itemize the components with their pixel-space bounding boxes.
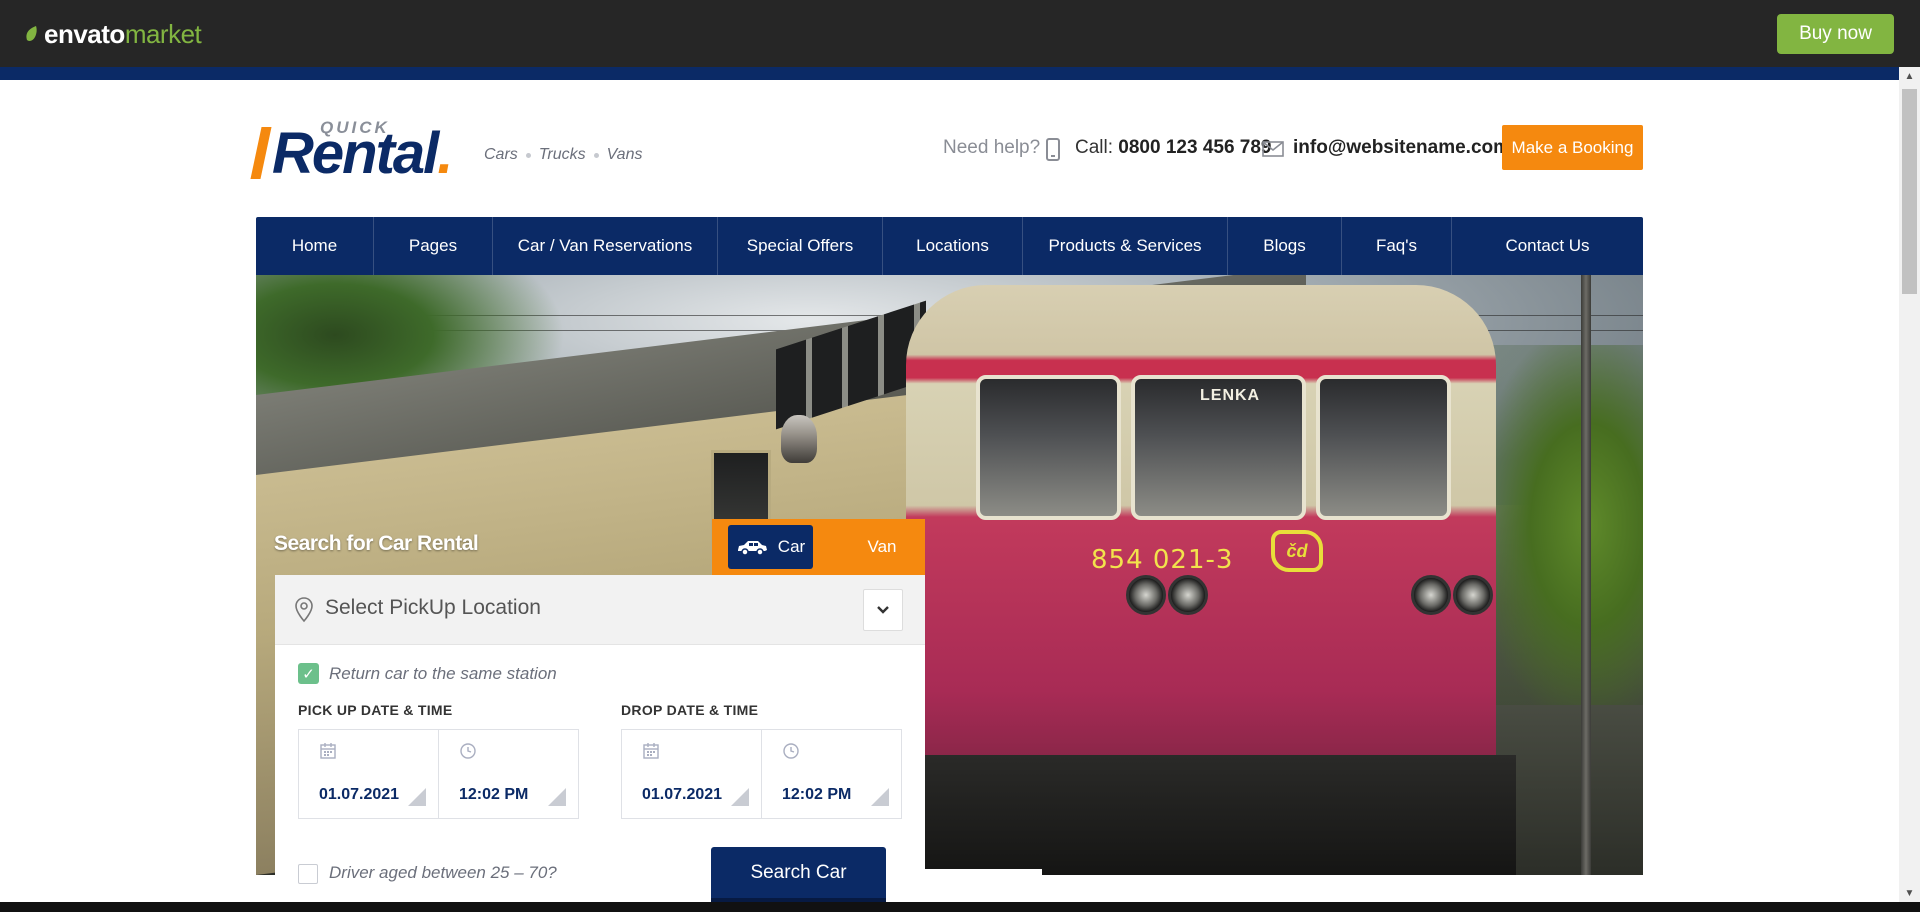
driver-age-checkbox[interactable] bbox=[298, 864, 318, 884]
car-icon bbox=[737, 541, 767, 556]
nav-products-services[interactable]: Products & Services bbox=[1023, 217, 1228, 275]
pickup-location-select[interactable]: Select PickUp Location bbox=[275, 575, 925, 645]
main-nav: Home Pages Car / Van Reservations Specia… bbox=[256, 217, 1643, 275]
top-accent-strip bbox=[0, 67, 1899, 80]
hero-trees-right bbox=[1486, 345, 1643, 705]
tab-van[interactable]: Van bbox=[852, 525, 912, 569]
search-title: Search for Car Rental bbox=[274, 532, 479, 555]
vehicle-type-tabs: Car Van bbox=[712, 519, 925, 575]
envato-logo-word: envato bbox=[44, 18, 125, 49]
drop-date-field[interactable]: 01.07.2021 bbox=[622, 730, 762, 818]
pickup-datetime-label: PICK UP DATE & TIME bbox=[298, 702, 453, 718]
quick-rental-logo[interactable]: QUICK Rental. bbox=[250, 114, 496, 186]
phone-icon bbox=[1046, 138, 1060, 161]
nav-blogs[interactable]: Blogs bbox=[1228, 217, 1342, 275]
tagline-trucks: Trucks bbox=[538, 146, 586, 163]
pickup-datetime-group: 01.07.2021 12:02 PM bbox=[298, 729, 579, 819]
chevron-down-icon bbox=[877, 606, 889, 614]
train-window-right bbox=[1316, 375, 1451, 520]
operator-logo: čd bbox=[1271, 530, 1323, 572]
location-pin-icon bbox=[295, 597, 313, 623]
logo-main-text: Rental. bbox=[250, 121, 453, 186]
nav-home[interactable]: Home bbox=[256, 217, 374, 275]
train-window-left bbox=[976, 375, 1121, 520]
return-same-station-label: Return car to the same station bbox=[329, 664, 557, 683]
nav-contact-us[interactable]: Contact Us bbox=[1452, 217, 1643, 275]
calendar-icon bbox=[320, 743, 336, 759]
hero-gap bbox=[925, 869, 1042, 877]
clock-icon bbox=[460, 743, 476, 759]
pickup-date-field[interactable]: 01.07.2021 bbox=[299, 730, 439, 818]
train-nameplate: LENKA bbox=[1200, 387, 1261, 404]
scroll-up-arrow-icon[interactable]: ▲ bbox=[1899, 71, 1920, 83]
train-number: 854 021-3 bbox=[1091, 545, 1234, 575]
drop-time-field[interactable]: 12:02 PM bbox=[762, 730, 901, 818]
make-booking-button[interactable]: Make a Booking bbox=[1502, 125, 1643, 170]
search-form: Select PickUp Location ✓ Return car to t… bbox=[275, 575, 925, 912]
logo-tagline: Cars Trucks Vans bbox=[484, 146, 642, 164]
calendar-icon bbox=[643, 743, 659, 759]
mail-icon bbox=[1262, 141, 1284, 157]
resize-corner-icon bbox=[548, 788, 566, 806]
leaf-icon bbox=[26, 26, 37, 41]
nav-special-offers[interactable]: Special Offers bbox=[718, 217, 883, 275]
buy-now-button[interactable]: Buy now bbox=[1777, 14, 1894, 54]
driver-age-label: Driver aged between 25 – 70? bbox=[329, 863, 557, 882]
catenary-pole bbox=[1581, 275, 1591, 875]
need-help-text: Need help? bbox=[943, 137, 1041, 158]
headlight bbox=[1453, 575, 1493, 615]
logo-word: Rental bbox=[272, 121, 439, 186]
tagline-vans: Vans bbox=[606, 146, 643, 163]
driver-figure bbox=[781, 415, 817, 463]
headlight bbox=[1411, 575, 1451, 615]
call-label: Call: bbox=[1075, 137, 1114, 158]
envato-logo[interactable]: envato market bbox=[24, 18, 202, 49]
headlight bbox=[1126, 575, 1166, 615]
train-undercarriage bbox=[896, 755, 1516, 875]
bottom-edge-bar bbox=[0, 902, 1920, 912]
page-scrollbar[interactable]: ▲ ▼ bbox=[1899, 67, 1920, 902]
call-phone[interactable]: Call: 0800 123 456 789 bbox=[1075, 137, 1272, 159]
nav-faqs[interactable]: Faq's bbox=[1342, 217, 1452, 275]
pickup-dropdown-toggle[interactable] bbox=[863, 589, 903, 631]
resize-corner-icon bbox=[731, 788, 749, 806]
email-link[interactable]: info@websitename.com bbox=[1293, 137, 1510, 159]
train-window-center: LENKA bbox=[1131, 375, 1306, 520]
headlight bbox=[1168, 575, 1208, 615]
pickup-time-value: 12:02 PM bbox=[459, 786, 529, 803]
resize-corner-icon bbox=[408, 788, 426, 806]
nav-reservations[interactable]: Car / Van Reservations bbox=[493, 217, 718, 275]
tab-car[interactable]: Car bbox=[728, 525, 813, 569]
envato-market-word: market bbox=[124, 18, 202, 49]
pickup-time-field[interactable]: 12:02 PM bbox=[439, 730, 578, 818]
nav-pages[interactable]: Pages bbox=[374, 217, 493, 275]
nav-locations[interactable]: Locations bbox=[883, 217, 1023, 275]
scroll-down-arrow-icon[interactable]: ▼ bbox=[1899, 888, 1920, 900]
return-same-station-checkbox[interactable]: ✓ bbox=[298, 663, 319, 684]
envato-top-bar: envato market Buy now bbox=[0, 0, 1920, 67]
pickup-date-value: 01.07.2021 bbox=[319, 786, 400, 803]
scroll-thumb[interactable] bbox=[1902, 89, 1917, 294]
phone-number: 0800 123 456 789 bbox=[1118, 137, 1272, 158]
resize-corner-icon bbox=[871, 788, 889, 806]
tab-car-label: Car bbox=[777, 537, 806, 556]
tagline-cars: Cars bbox=[484, 146, 518, 163]
drop-datetime-label: DROP DATE & TIME bbox=[621, 702, 759, 718]
clock-icon bbox=[783, 743, 799, 759]
drop-time-value: 12:02 PM bbox=[782, 786, 852, 803]
pickup-location-placeholder: Select PickUp Location bbox=[325, 596, 541, 619]
search-car-button[interactable]: Search Car bbox=[711, 847, 886, 903]
drop-date-value: 01.07.2021 bbox=[642, 786, 723, 803]
drop-datetime-group: 01.07.2021 12:02 PM bbox=[621, 729, 902, 819]
